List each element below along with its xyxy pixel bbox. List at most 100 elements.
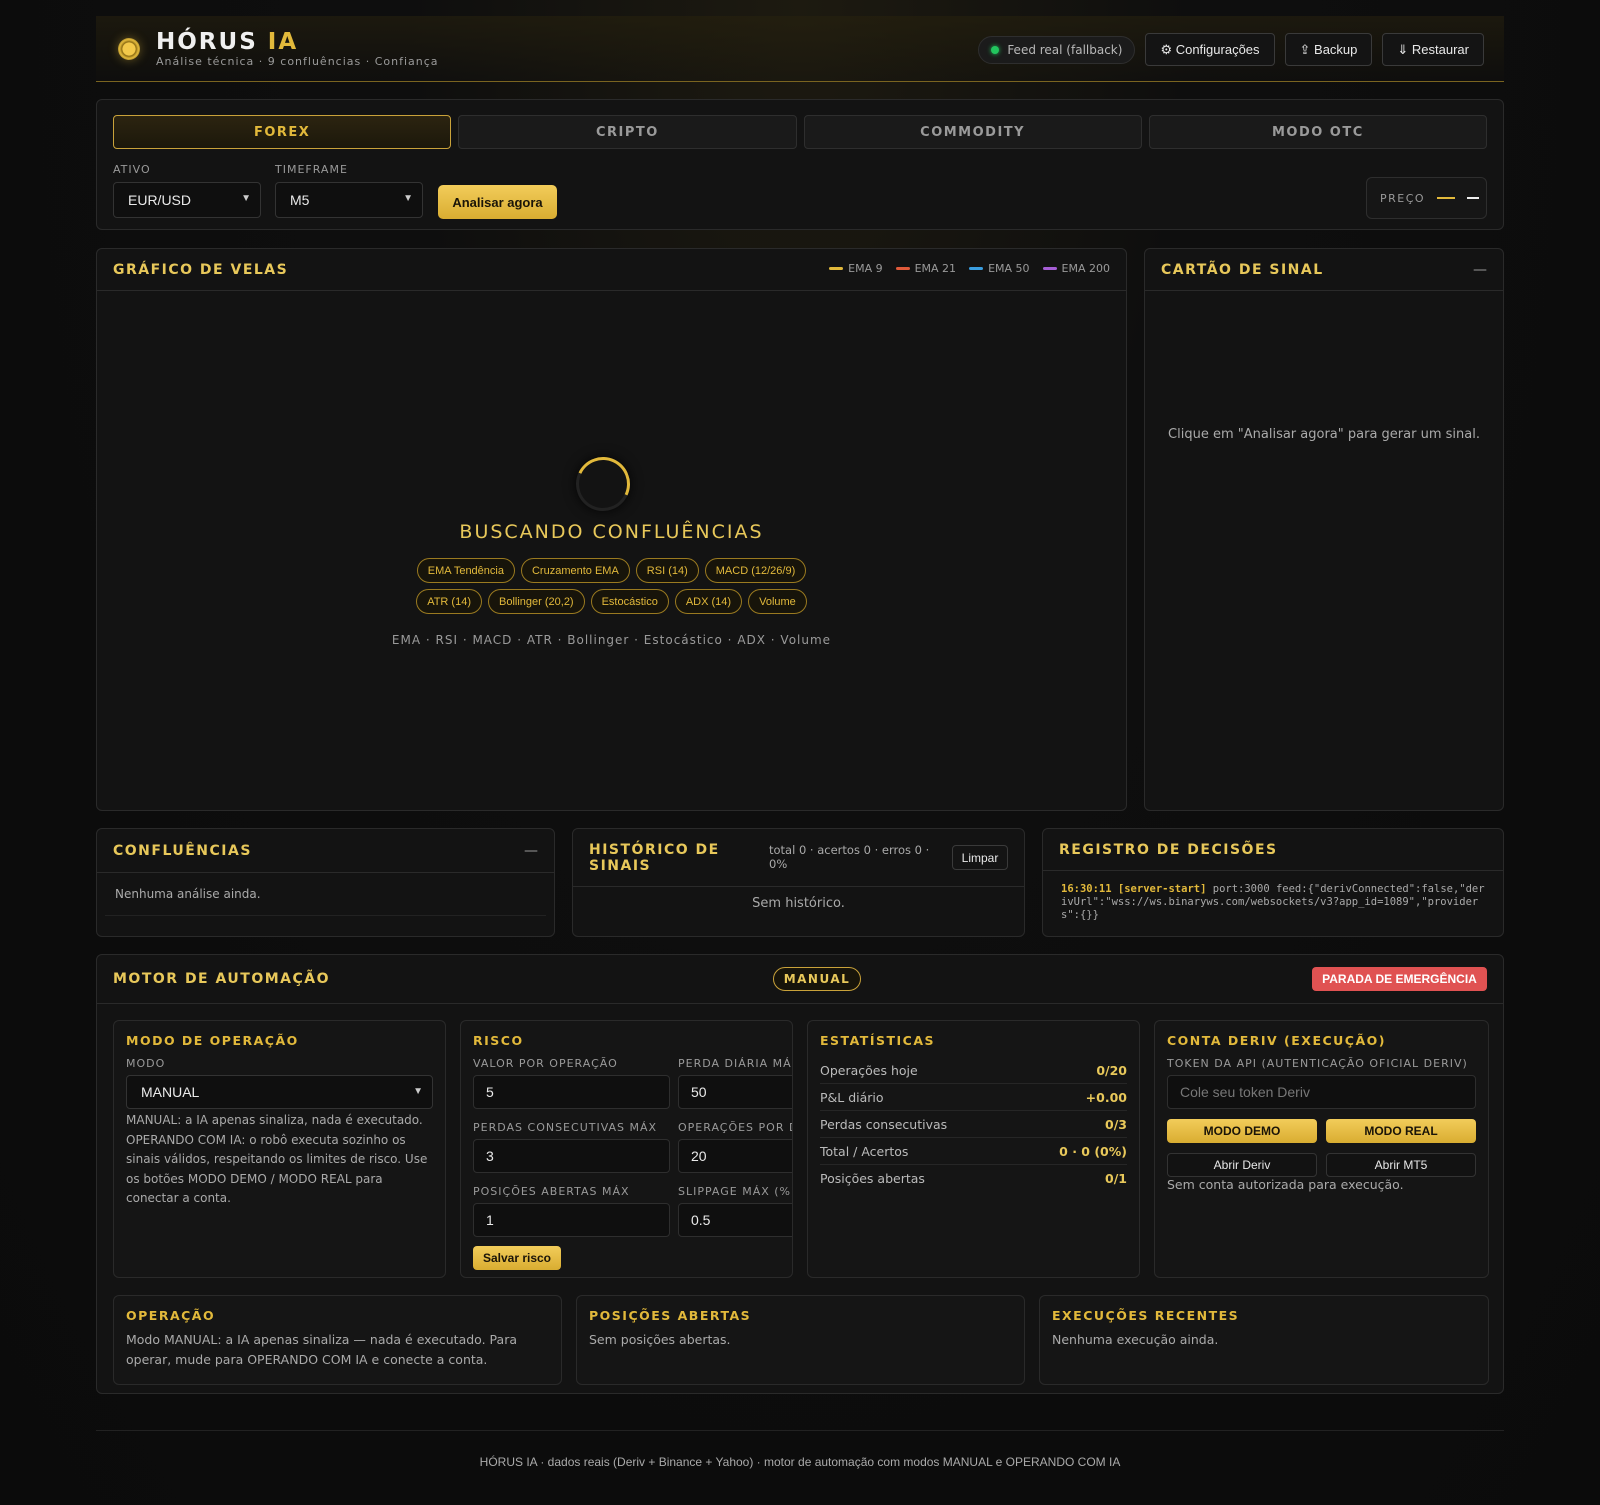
chart-legend: EMA 9 EMA 21 EMA 50 EMA 200 xyxy=(829,262,1110,275)
price-display: PREÇO xyxy=(1366,177,1487,219)
ops-per-day-input[interactable]: 20 xyxy=(678,1139,792,1173)
token-input[interactable]: Cole seu token Deriv xyxy=(1167,1075,1476,1109)
history-stats: total 0 · acertos 0 · erros 0 · 0% xyxy=(769,843,930,871)
stat-row: Operações hoje 0/20 xyxy=(820,1057,1127,1084)
demo-mode-button[interactable]: MODO DEMO xyxy=(1167,1119,1317,1143)
open-positions-card: POSIÇÕES ABERTAS Sem posições abertas. xyxy=(576,1295,1025,1385)
footer: HÓRUS IA · dados reais (Deriv + Binance … xyxy=(479,1455,1121,1469)
signal-history-panel: HISTÓRICO DE SINAIS total 0 · acertos 0 … xyxy=(572,828,1025,937)
confluences-status: — xyxy=(524,842,538,859)
token-label: TOKEN DA API (AUTENTICAÇÃO OFICIAL DERIV… xyxy=(1167,1057,1468,1070)
decision-log-panel: REGISTRO DE DECISÕES 16:30:11 [server-st… xyxy=(1042,828,1504,937)
daily-loss-label: PERDA DIÁRIA MÁXIMA xyxy=(678,1057,792,1070)
price-value xyxy=(1467,197,1480,199)
history-empty: Sem histórico. xyxy=(752,896,845,911)
open-deriv-button[interactable]: Abrir Deriv xyxy=(1167,1153,1317,1177)
tab-otc[interactable]: MODO OTC xyxy=(1148,115,1487,149)
loading-spinner-icon xyxy=(568,449,638,519)
signal-card-status: — xyxy=(1473,261,1487,278)
timeframe-label: TIMEFRAME xyxy=(275,163,348,176)
tab-forex[interactable]: FOREX xyxy=(113,115,452,149)
app-header: HÓRUS IA Análise técnica · 9 confluência… xyxy=(96,16,1504,82)
real-mode-button[interactable]: MODO REAL xyxy=(1326,1119,1476,1143)
chevron-down-icon: ▼ xyxy=(403,193,413,204)
feed-status-label: Feed real (fallback) xyxy=(1007,42,1123,57)
signal-card-title: CARTÃO DE SINAL xyxy=(1161,261,1324,278)
price-indicator-icon xyxy=(1437,197,1456,199)
risk-title: RISCO xyxy=(473,1033,524,1048)
legend-ema21: EMA 21 xyxy=(895,262,956,275)
indicator-chip: EMA Tendência xyxy=(416,558,515,583)
logo-icon xyxy=(118,37,140,60)
daily-loss-input[interactable]: 50 xyxy=(678,1075,792,1109)
candle-chart-panel: GRÁFICO DE VELAS EMA 9 EMA 21 EMA 50 EMA… xyxy=(96,248,1127,811)
chevron-down-icon: ▼ xyxy=(241,193,251,204)
status-dot-icon xyxy=(991,45,1000,54)
signal-card-hint: Clique em "Analisar agora" para gerar um… xyxy=(1168,427,1480,442)
stat-row: Posições abertas 0/1 xyxy=(820,1171,1127,1186)
price-label: PREÇO xyxy=(1380,191,1426,205)
feed-status-badge: Feed real (fallback) xyxy=(978,35,1136,64)
consec-losses-label: PERDAS CONSECUTIVAS MÁX xyxy=(473,1121,658,1134)
indicator-chip: Cruzamento EMA xyxy=(520,558,630,583)
operation-text: Modo MANUAL: a IA apenas sinaliza — nada… xyxy=(126,1332,517,1367)
operation-card: OPERAÇÃO Modo MANUAL: a IA apenas sinali… xyxy=(113,1295,562,1385)
operation-mode-card: MODO DE OPERAÇÃO MODO MANUAL ▼ MANUAL: a … xyxy=(113,1020,446,1278)
legend-ema200: EMA 200 xyxy=(1042,262,1110,275)
automation-title: MOTOR DE AUTOMAÇÃO xyxy=(113,971,330,987)
deriv-account-card: CONTA DERIV (EXECUÇÃO) TOKEN DA API (AUT… xyxy=(1154,1020,1489,1278)
indicator-chips-row-2: ATR (14) Bollinger (20,2) Estocástico AD… xyxy=(97,589,1126,614)
tab-commodity[interactable]: COMMODITY xyxy=(803,115,1142,149)
risk-card: RISCO VALOR POR OPERAÇÃO 5 PERDA DIÁRIA … xyxy=(460,1020,793,1278)
indicator-chip: ADX (14) xyxy=(674,589,743,614)
consec-losses-input[interactable]: 3 xyxy=(473,1139,670,1173)
open-mt5-button[interactable]: Abrir MT5 xyxy=(1326,1153,1476,1177)
recent-executions-card: EXECUÇÕES RECENTES Nenhuma execução aind… xyxy=(1039,1295,1489,1385)
loading-title: BUSCANDO CONFLUÊNCIAS xyxy=(459,521,764,543)
tab-cripto[interactable]: CRIPTO xyxy=(458,115,797,149)
slippage-label: SLIPPAGE MÁX (%) xyxy=(678,1185,793,1198)
market-panel: FOREX CRIPTO COMMODITY MODO OTC ATIVO EU… xyxy=(96,99,1504,230)
save-risk-button[interactable]: Salvar risco xyxy=(473,1246,561,1270)
analyze-button[interactable]: Analisar agora xyxy=(438,185,557,219)
slippage-input[interactable]: 0.5 xyxy=(678,1203,792,1237)
clear-history-button[interactable]: Limpar xyxy=(952,845,1008,870)
statistics-title: ESTATÍSTICAS xyxy=(820,1033,936,1048)
indicator-chip: Volume xyxy=(748,589,807,614)
settings-button[interactable]: ⚙ Configurações xyxy=(1145,33,1275,66)
app-subtitle: Análise técnica · 9 confluências · Confi… xyxy=(156,55,439,68)
deriv-title: CONTA DERIV (EXECUÇÃO) xyxy=(1167,1033,1386,1048)
value-per-op-input[interactable]: 5 xyxy=(473,1075,670,1109)
open-positions-input[interactable]: 1 xyxy=(473,1203,670,1237)
brand: HÓRUS IA Análise técnica · 9 confluência… xyxy=(156,29,439,68)
open-positions-label: POSIÇÕES ABERTAS MÁX xyxy=(473,1185,630,1198)
legend-ema50: EMA 50 xyxy=(969,262,1030,275)
operation-title: OPERAÇÃO xyxy=(126,1308,216,1323)
backup-button[interactable]: ⇪ Backup xyxy=(1284,33,1373,66)
timeframe-select[interactable]: M5 ▼ xyxy=(275,182,423,218)
decision-log-entry: 16:30:11 [server-start] port:3000 feed:{… xyxy=(1061,883,1485,921)
deriv-status: Sem conta autorizada para execução. xyxy=(1167,1177,1404,1192)
mode-description: MANUAL: a IA apenas sinaliza, nada é exe… xyxy=(126,1113,428,1205)
app: HÓRUS IA Análise técnica · 9 confluência… xyxy=(96,16,1504,1394)
emergency-stop-button[interactable]: PARADA DE EMERGÊNCIA xyxy=(1312,967,1487,991)
indicator-chip: ATR (14) xyxy=(416,589,482,614)
confluences-empty: Nenhuma análise ainda. xyxy=(105,873,546,916)
recent-executions-text: Nenhuma execução ainda. xyxy=(1052,1332,1219,1347)
app-title: HÓRUS IA xyxy=(156,29,299,55)
history-title: HISTÓRICO DE SINAIS xyxy=(589,841,720,874)
market-tabs: FOREX CRIPTO COMMODITY MODO OTC xyxy=(113,115,1487,149)
automation-panel: MOTOR DE AUTOMAÇÃO MANUAL PARADA DE EMER… xyxy=(96,954,1504,1394)
stat-row: P&L diário +0.00 xyxy=(820,1084,1127,1111)
indicators-summary: EMA · RSI · MACD · ATR · Bollinger · Est… xyxy=(391,633,832,647)
decision-log-title: REGISTRO DE DECISÕES xyxy=(1059,841,1278,858)
recent-executions-title: EXECUÇÕES RECENTES xyxy=(1052,1308,1240,1323)
asset-label: ATIVO xyxy=(113,163,151,176)
footer-divider xyxy=(96,1430,1504,1431)
stat-row: Total / Acertos 0 · 0 (0%) xyxy=(820,1138,1127,1165)
mode-select[interactable]: MANUAL ▼ xyxy=(126,1075,433,1109)
restore-button[interactable]: ⇓ Restaurar xyxy=(1382,33,1484,66)
asset-select[interactable]: EUR/USD ▼ xyxy=(113,182,261,218)
operation-mode-title: MODO DE OPERAÇÃO xyxy=(126,1033,299,1048)
legend-ema9: EMA 9 xyxy=(829,262,883,275)
